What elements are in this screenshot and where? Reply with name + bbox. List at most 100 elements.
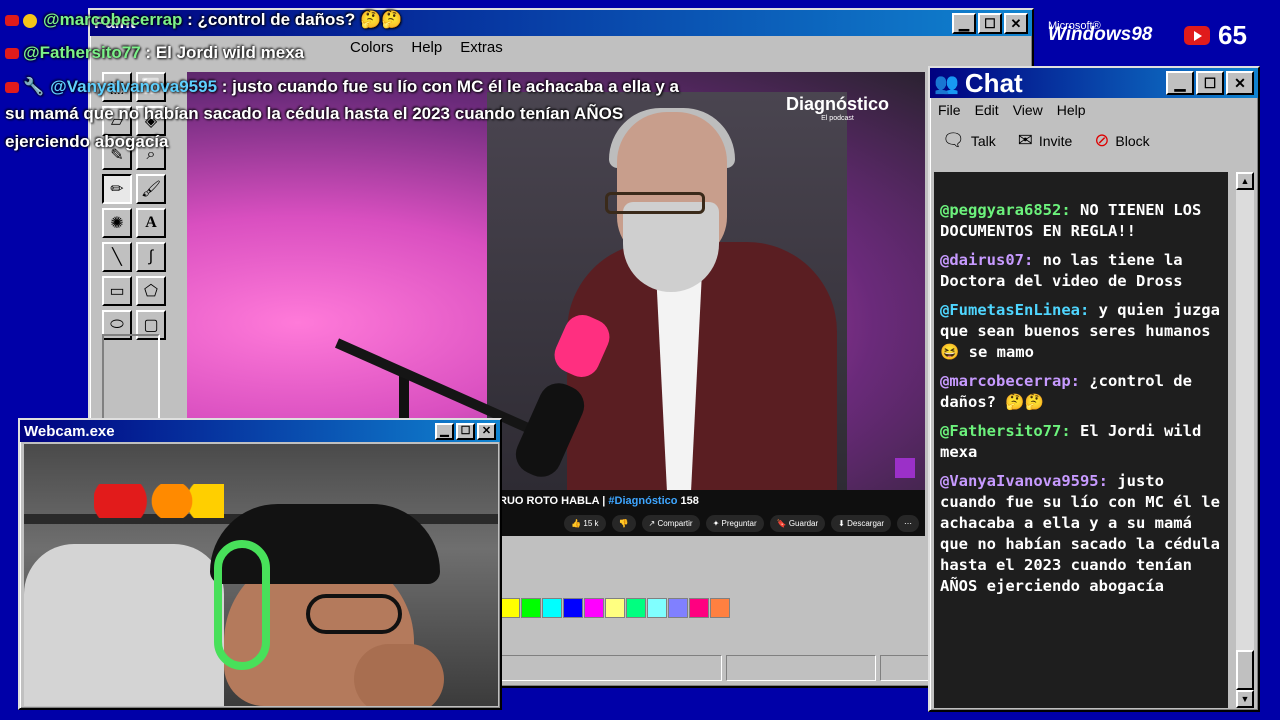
palette-swatch[interactable]	[668, 598, 688, 618]
chat-username: @dairus07:	[940, 251, 1034, 269]
youtube-icon	[1184, 26, 1210, 45]
block-button[interactable]: ⊘ Block	[1094, 130, 1149, 151]
maximize-button[interactable]: ☐	[456, 422, 475, 440]
scroll-down-icon[interactable]: ▼	[1236, 690, 1254, 708]
webcam-titlebar[interactable]: Webcam.exe ▁ ☐ ✕	[20, 420, 500, 442]
like-button[interactable]: 👍 15 k	[564, 515, 606, 532]
talk-icon: 🗨	[942, 130, 965, 150]
chat-window: 👥 Chat ▁ ☐ ✕ File Edit View Help 🗨 Talk ✉…	[928, 66, 1260, 712]
rectangle-icon[interactable]: ▭	[102, 276, 132, 306]
share-button[interactable]: ↗ Compartir	[641, 515, 700, 532]
chat-message: @VanyaIvanova9595: justo cuando fue su l…	[940, 471, 1222, 597]
menu-view[interactable]: View	[1013, 102, 1043, 118]
overlay-chat-line: 🔧 @VanyaIvanova9595 : justo cuando fue su…	[5, 77, 679, 97]
palette-swatch[interactable]	[500, 598, 520, 618]
chat-scrollbar[interactable]: ▲ ▼	[1236, 172, 1254, 708]
palette-swatch[interactable]	[647, 598, 667, 618]
palette-swatch[interactable]	[710, 598, 730, 618]
overlay-username: @Fathersito77	[23, 43, 141, 62]
background-flowers	[94, 484, 224, 518]
palette-swatch[interactable]	[542, 598, 562, 618]
video-info-bar: RUO ROTO HABLA | #Diagnóstico 158 👍 15 k…	[499, 490, 925, 536]
chat-titlebar[interactable]: 👥 Chat ▁ ☐ ✕	[930, 68, 1258, 98]
chat-text: justo cuando fue su lío con MC él le ach…	[940, 472, 1220, 595]
palette-swatch[interactable]	[563, 598, 583, 618]
talk-label: Talk	[970, 132, 996, 149]
youtube-icon	[5, 48, 19, 60]
webcam-title: Webcam.exe	[24, 422, 115, 440]
minimize-button[interactable]: ▁	[1166, 71, 1194, 95]
invite-icon: ✉	[1017, 130, 1033, 150]
microsoft-text: Microsoft®	[1048, 20, 1101, 32]
menu-extras[interactable]: Extras	[460, 39, 503, 56]
chat-message: @peggyara6852: NO TIENEN LOS DOCUMENTOS …	[940, 200, 1222, 242]
block-icon: ⊘	[1094, 130, 1110, 150]
close-button[interactable]: ✕	[477, 422, 496, 440]
chat-people-icon: 👥	[934, 72, 959, 95]
overlay-chat-cont: ejerciendo abogacía	[5, 132, 169, 151]
overlay-username: @VanyaIvanova9595	[50, 77, 218, 96]
minimize-button[interactable]: ▁	[952, 12, 976, 34]
streamer-hand	[354, 644, 444, 706]
more-button[interactable]: ⋯	[897, 515, 919, 532]
overlay-text: : justo cuando fue su lío con MC él le a…	[217, 77, 679, 96]
pencil-icon[interactable]: ✏	[102, 174, 132, 204]
video-actions: 👍 15 k 👎 ↗ Compartir ✦ Preguntar 🔖 Guard…	[564, 515, 919, 532]
curve-icon[interactable]: ∫	[136, 242, 166, 272]
close-button[interactable]: ✕	[1226, 71, 1254, 95]
webcam-feed	[24, 444, 498, 706]
scroll-up-icon[interactable]: ▲	[1236, 172, 1254, 190]
status-cell-main	[500, 655, 722, 681]
palette-swatch[interactable]	[626, 598, 646, 618]
line-icon[interactable]: ╲	[102, 242, 132, 272]
menu-file[interactable]: File	[938, 102, 961, 118]
ask-button[interactable]: ✦ Preguntar	[705, 515, 764, 532]
palette-swatch[interactable]	[584, 598, 604, 618]
close-button[interactable]: ✕	[1004, 12, 1028, 34]
channel-logo-text: Diagnóstico	[785, 94, 889, 114]
text-icon[interactable]: A	[136, 208, 166, 238]
scroll-thumb[interactable]	[1236, 650, 1254, 690]
polygon-icon[interactable]: ⬠	[136, 276, 166, 306]
brush-icon[interactable]: 🖌	[136, 174, 166, 204]
chat-message: @Fathersito77: El Jordi wild mexa	[940, 421, 1222, 463]
video-title-text: RUO ROTO HABLA |	[499, 495, 609, 507]
airbrush-icon[interactable]: ✺	[102, 208, 132, 238]
overlay-text: : El Jordi wild mexa	[140, 43, 305, 62]
menu-edit[interactable]: Edit	[975, 102, 999, 118]
chat-menubar: File Edit View Help	[930, 98, 1258, 122]
invite-button[interactable]: ✉ Invite	[1018, 130, 1073, 151]
wrench-icon: 🔧	[23, 77, 45, 96]
windows98-logo: Microsoft® Windows98	[1048, 20, 1152, 46]
save-button[interactable]: 🔖 Guardar	[769, 515, 826, 532]
maximize-button[interactable]: ☐	[1196, 71, 1224, 95]
download-button[interactable]: ⬇ Descargar	[831, 515, 891, 532]
menu-help[interactable]: Help	[1057, 102, 1086, 118]
viewer-count: 65	[1184, 20, 1247, 51]
color-palette	[500, 598, 731, 618]
chat-username: @FumetasEnLinea:	[940, 301, 1090, 319]
youtube-icon	[5, 82, 19, 94]
video-title-hashtag[interactable]: #Diagnóstico	[608, 495, 677, 507]
dislike-button[interactable]: 👎	[611, 515, 636, 532]
tool-options-box	[102, 334, 160, 424]
video-title[interactable]: RUO ROTO HABLA | #Diagnóstico 158	[499, 495, 699, 507]
talk-button[interactable]: 🗨 Talk	[942, 130, 996, 151]
status-cell-coords	[726, 655, 876, 681]
chat-log[interactable]: @peggyara6852: NO TIENEN LOS DOCUMENTOS …	[934, 172, 1228, 708]
channel-logo-sub: El podcast	[821, 115, 854, 122]
overlay-chat-line: @Fathersito77 : El Jordi wild mexa	[5, 43, 304, 63]
chat-toolbar: 🗨 Talk ✉ Invite ⊘ Block	[930, 122, 1258, 159]
chat-title: Chat	[964, 67, 1023, 98]
palette-swatch[interactable]	[605, 598, 625, 618]
menu-help[interactable]: Help	[411, 39, 442, 56]
chat-message: @marcobecerrap: ¿control de daños? 🤔🤔	[940, 371, 1222, 413]
chat-username: @VanyaIvanova9595:	[940, 472, 1108, 490]
overlay-text: : ¿control de daños? 🤔🤔	[182, 10, 403, 29]
chair	[24, 544, 224, 706]
maximize-button[interactable]: ☐	[978, 12, 1002, 34]
palette-swatch[interactable]	[689, 598, 709, 618]
minimize-button[interactable]: ▁	[435, 422, 454, 440]
palette-swatch[interactable]	[521, 598, 541, 618]
menu-colors[interactable]: Colors	[350, 39, 393, 56]
